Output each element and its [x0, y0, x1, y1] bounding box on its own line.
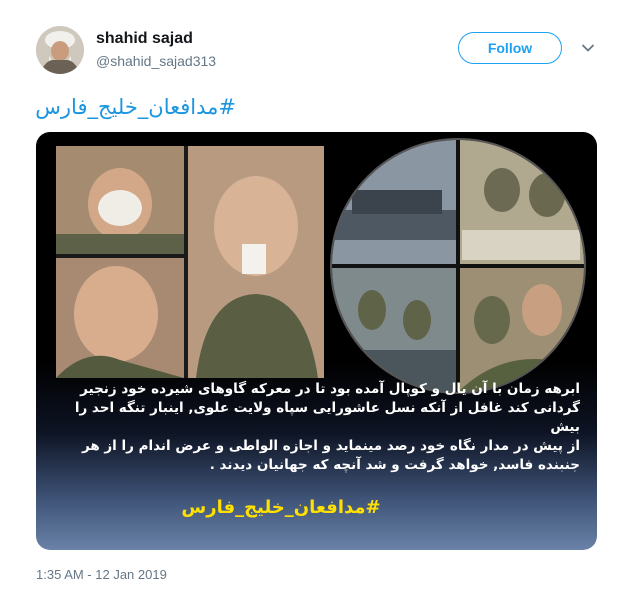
- avatar[interactable]: [36, 26, 84, 74]
- tweet-media-image[interactable]: ابرهه زمان با آن یال و کوپال آمده بود تا…: [36, 132, 597, 550]
- author-handle[interactable]: @shahid_sajad313: [96, 53, 216, 69]
- media-caption-line: از پیش در مدار نگاه خود رصد مینماید و اج…: [81, 438, 580, 454]
- tweet-hashtag-link[interactable]: #مدافعان_خلیج_فارس: [35, 95, 236, 125]
- photo-collage-circle: [330, 138, 586, 394]
- media-hashtag: #مدافعان_خلیج_فارس: [181, 497, 381, 518]
- photo-collage-left: [56, 146, 324, 378]
- tweet-header: shahid sajad @shahid_sajad313 Follow: [0, 0, 630, 90]
- media-caption-line: جنبنده فاسد, خواهد گرفت و شد آنچه که جها…: [209, 457, 580, 473]
- media-caption: ابرهه زمان با آن یال و کوپال آمده بود تا…: [72, 380, 580, 475]
- chevron-down-icon[interactable]: [580, 40, 596, 56]
- author-name[interactable]: shahid sajad: [96, 30, 193, 48]
- media-caption-line: ابرهه زمان با آن یال و کوپال آمده بود تا…: [80, 381, 580, 397]
- media-caption-line: گردانی کند غافل از آنکه نسل عاشورایی سپا…: [74, 400, 580, 435]
- follow-button[interactable]: Follow: [458, 32, 562, 64]
- tweet-timestamp[interactable]: 1:35 AM - 12 Jan 2019: [36, 567, 167, 582]
